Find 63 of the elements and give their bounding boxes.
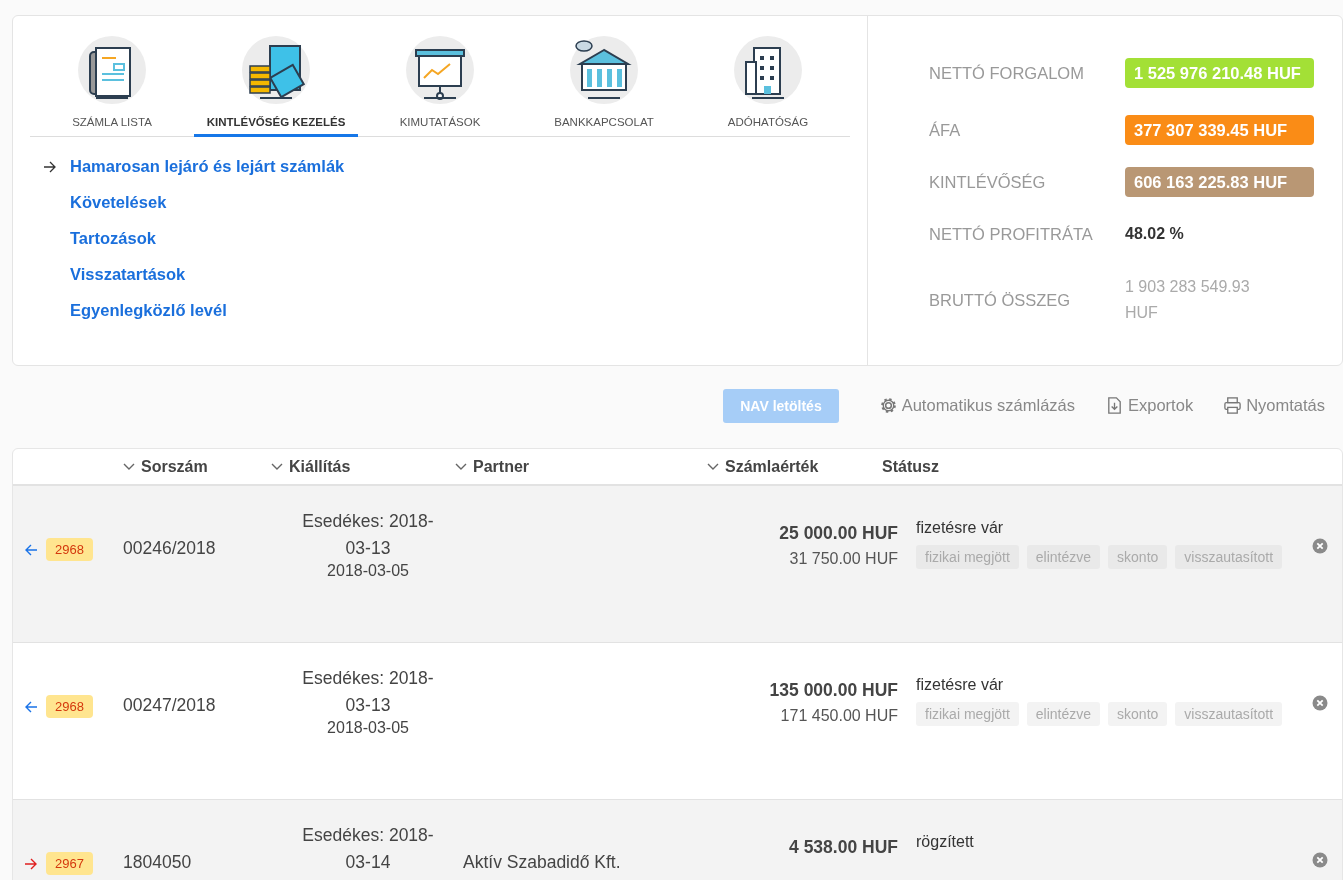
metric-value: 606 163 225.83 HUF — [1125, 167, 1314, 197]
partner-name: Aktív Szabadidő Kft. — [463, 852, 621, 872]
toolbar-button[interactable]: Nyomtatás — [1223, 396, 1325, 415]
chevron-down-icon — [271, 462, 283, 471]
nav-tab[interactable]: KINTLÉVŐSÉG KEZELÉS — [194, 36, 358, 137]
arrow-left-icon — [24, 543, 38, 556]
metric-value: 1 903 283 549.93 HUF — [1125, 277, 1251, 323]
menu-link[interactable]: Követelések — [70, 193, 167, 212]
net-amount: 4 538.00 HUF — [789, 837, 898, 858]
column-header[interactable]: Státusz — [882, 457, 939, 476]
invoice-number: 00246/2018 — [123, 538, 216, 558]
count-badge: 2967 — [46, 852, 93, 875]
metric-label: ÁFA — [929, 120, 962, 140]
status-text: rögzített — [916, 833, 975, 851]
metric-label: NETTÓ FORGALOM — [929, 63, 1085, 83]
due-date: Esedékes: 2018-03-13 — [301, 510, 435, 560]
gross-amount: 31 750.00 HUF — [789, 550, 898, 568]
count-badge: 2968 — [46, 538, 93, 561]
status-text: fizetésre vár — [916, 519, 1005, 537]
invoice-number: 1804050 — [123, 852, 192, 872]
column-header[interactable]: Számlaérték — [707, 457, 882, 476]
status-text: fizetésre vár — [916, 676, 1005, 694]
column-header[interactable]: Partner — [455, 457, 707, 476]
menu-link[interactable]: Hamarosan lejáró és lejárt számlák — [70, 157, 345, 176]
toolbar-button[interactable]: Automatikus számlázás — [878, 396, 1075, 415]
metric-label: KINTLÉVŐSÉG — [929, 172, 1047, 192]
menu-link[interactable]: Visszatartások — [70, 265, 186, 284]
metric-label: NETTÓ PROFITRÁTA — [929, 224, 1094, 244]
due-date: Esedékes: 2018-03-14 — [301, 824, 435, 874]
nav-tab[interactable]: KIMUTATÁSOK — [358, 36, 522, 137]
nav-tab[interactable]: BANKKAPCSOLAT — [522, 36, 686, 137]
issue-date: 2018-03-05 — [327, 562, 409, 580]
arrow-right-icon — [24, 857, 38, 870]
chevron-down-icon — [455, 462, 467, 471]
column-header[interactable]: Sorszám — [123, 457, 271, 476]
metric-label: BRUTTÓ ÖSSZEG — [929, 290, 1072, 310]
toolbar-button[interactable]: Exportok — [1105, 396, 1194, 415]
metric-value: 48.02 % — [1125, 225, 1184, 243]
chevron-down-icon — [707, 462, 719, 471]
nav-tab[interactable]: SZÁMLA LISTA — [30, 36, 194, 137]
column-header[interactable]: Kiállítás — [271, 457, 455, 476]
close-icon[interactable] — [1312, 538, 1328, 554]
table-row[interactable]: 2968 00246/2018 Esedékes: 2018-03-13 2018-03-05 25 000.00 HUF 31 750.00 HUF fizetésre vár fizikai megjött elintézve skonto visszautasított — [13, 486, 1342, 643]
menu-link[interactable]: Tartozások — [70, 229, 156, 248]
table-row[interactable]: 2967 1804050 Esedékes: 2018-03-14 Aktív Szabadidő Kft. 4 538.00 HUF rögzített — [13, 800, 1342, 880]
close-icon[interactable] — [1312, 852, 1328, 868]
settings-icon — [878, 396, 898, 415]
file-download-icon — [1105, 396, 1124, 415]
due-date: Esedékes: 2018-03-13 — [301, 667, 435, 717]
net-amount: 135 000.00 HUF — [769, 680, 898, 701]
count-badge: 2968 — [46, 695, 93, 718]
invoice-number: 00247/2018 — [123, 695, 216, 715]
issue-date: 2018-03-05 — [327, 719, 409, 737]
menu-link[interactable]: Egyenlegközlő levél — [70, 301, 227, 320]
metric-value: 1 525 976 210.48 HUF — [1125, 58, 1314, 88]
chevron-down-icon — [123, 462, 135, 471]
arrow-left-icon — [24, 700, 38, 713]
metric-value: 377 307 339.45 HUF — [1125, 115, 1314, 145]
gross-amount: 171 450.00 HUF — [780, 707, 898, 725]
net-amount: 25 000.00 HUF — [779, 523, 898, 544]
nav-tab[interactable]: ADÓHATÓSÁG — [686, 36, 850, 137]
close-icon[interactable] — [1312, 695, 1328, 711]
printer-icon — [1223, 396, 1243, 415]
